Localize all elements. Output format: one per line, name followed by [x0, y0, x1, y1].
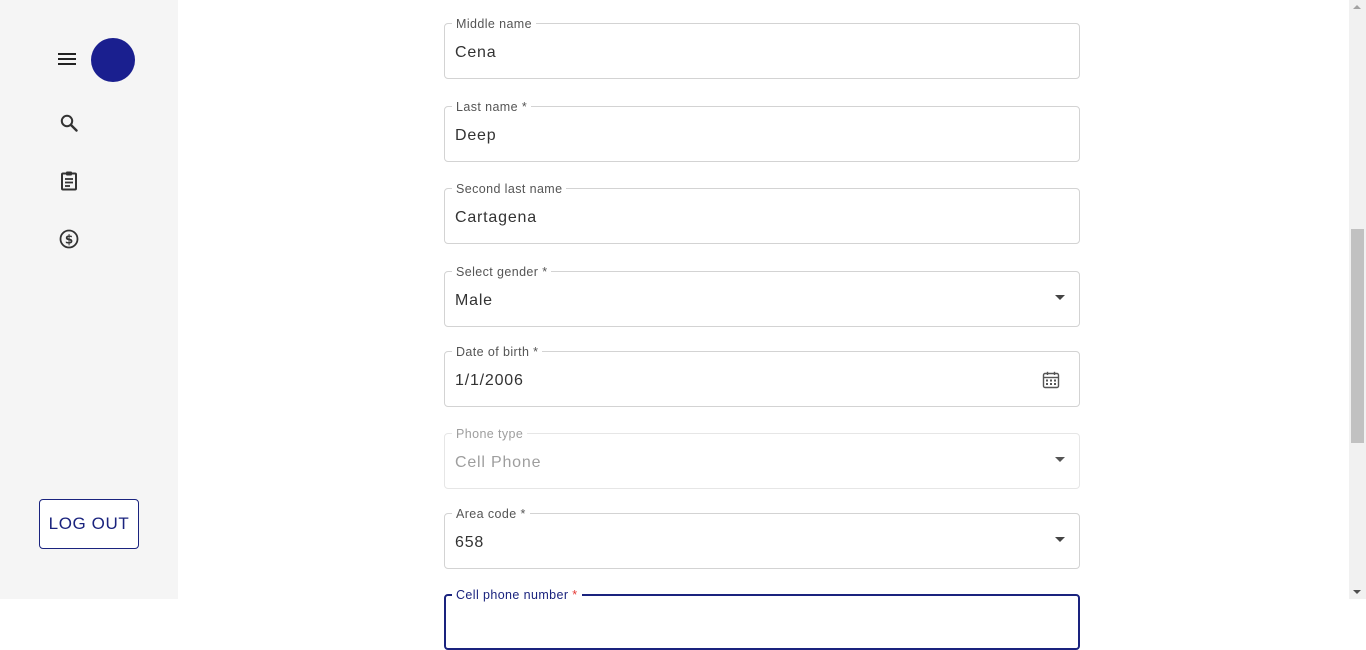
dollar-circle-icon[interactable]: $ [57, 227, 81, 251]
sidebar: $ LOG OUT [0, 0, 178, 599]
area-code-value: 658 [455, 534, 485, 551]
second-last-name-field[interactable]: Second last name Cartagena [444, 181, 1080, 244]
cell-phone-field[interactable]: Cell phone number * [444, 587, 1080, 650]
calendar-icon[interactable] [1041, 370, 1061, 390]
chevron-down-icon [1055, 457, 1065, 462]
middle-name-value: Cena [455, 44, 497, 61]
chevron-down-icon[interactable] [1055, 537, 1065, 542]
svg-text:$: $ [65, 232, 73, 246]
clipboard-icon[interactable] [57, 169, 81, 193]
chevron-down-icon[interactable] [1055, 295, 1065, 300]
middle-name-label: Middle name [452, 16, 536, 32]
gender-label: Select gender * [452, 264, 552, 280]
cell-phone-label: Cell phone number * [452, 587, 582, 603]
last-name-label: Last name * [452, 99, 532, 115]
avatar[interactable] [91, 38, 135, 82]
menu-icon[interactable] [55, 47, 79, 71]
vertical-scrollbar[interactable] [1349, 0, 1366, 599]
area-code-select[interactable]: Area code * 658 [444, 506, 1080, 569]
scroll-thumb[interactable] [1351, 229, 1364, 443]
date-of-birth-value: 1/1/2006 [455, 372, 524, 389]
scroll-down-arrow-icon[interactable] [1353, 590, 1361, 594]
second-last-name-label: Second last name [452, 181, 567, 197]
second-last-name-value: Cartagena [455, 209, 537, 226]
phone-type-select: Phone type Cell Phone [444, 426, 1080, 489]
gender-value: Male [455, 292, 493, 309]
last-name-field[interactable]: Last name * Deep [444, 99, 1080, 162]
phone-type-value: Cell Phone [455, 454, 542, 471]
middle-name-field[interactable]: Middle name Cena [444, 16, 1080, 79]
area-code-label: Area code * [452, 506, 530, 522]
logout-button[interactable]: LOG OUT [39, 499, 139, 549]
phone-type-label: Phone type [452, 426, 528, 442]
required-star: * [572, 588, 578, 602]
search-icon[interactable] [57, 111, 81, 135]
scroll-up-arrow-icon[interactable] [1353, 5, 1361, 9]
date-of-birth-label: Date of birth * [452, 344, 543, 360]
date-of-birth-field[interactable]: Date of birth * 1/1/2006 [444, 344, 1080, 407]
last-name-value: Deep [455, 127, 497, 144]
gender-select[interactable]: Select gender * Male [444, 264, 1080, 327]
